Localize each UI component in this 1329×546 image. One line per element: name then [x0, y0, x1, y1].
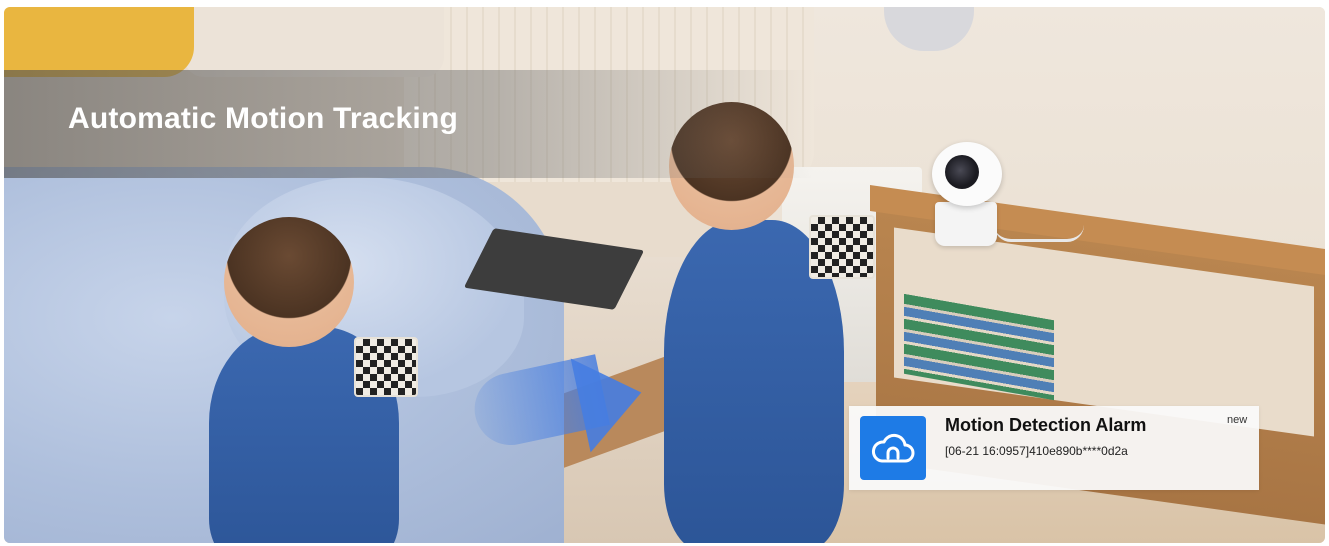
checkered-mug: [354, 337, 418, 397]
camera-lens: [945, 155, 979, 189]
notification-title: Motion Detection Alarm: [945, 415, 1147, 435]
cloud-icon: [872, 433, 915, 463]
child-figure-left: [204, 217, 434, 543]
product-photo: Automatic Motion Tracking Motion Detecti…: [4, 7, 1325, 543]
pillow: [184, 7, 444, 77]
new-badge: new: [1227, 414, 1248, 426]
camera-cable: [994, 225, 1084, 242]
checkered-mug: [809, 215, 875, 279]
notification-message: [06-21 16:0957]410e890b****0d2a: [945, 444, 1128, 458]
child-head: [224, 217, 354, 347]
app-icon: [860, 416, 926, 480]
motion-alarm-notification[interactable]: Motion Detection Alarm [06-21 16:0957]41…: [849, 406, 1259, 490]
banner-title: Automatic Motion Tracking: [68, 102, 459, 135]
yellow-pillow: [4, 7, 194, 77]
security-camera-base: [935, 202, 997, 246]
